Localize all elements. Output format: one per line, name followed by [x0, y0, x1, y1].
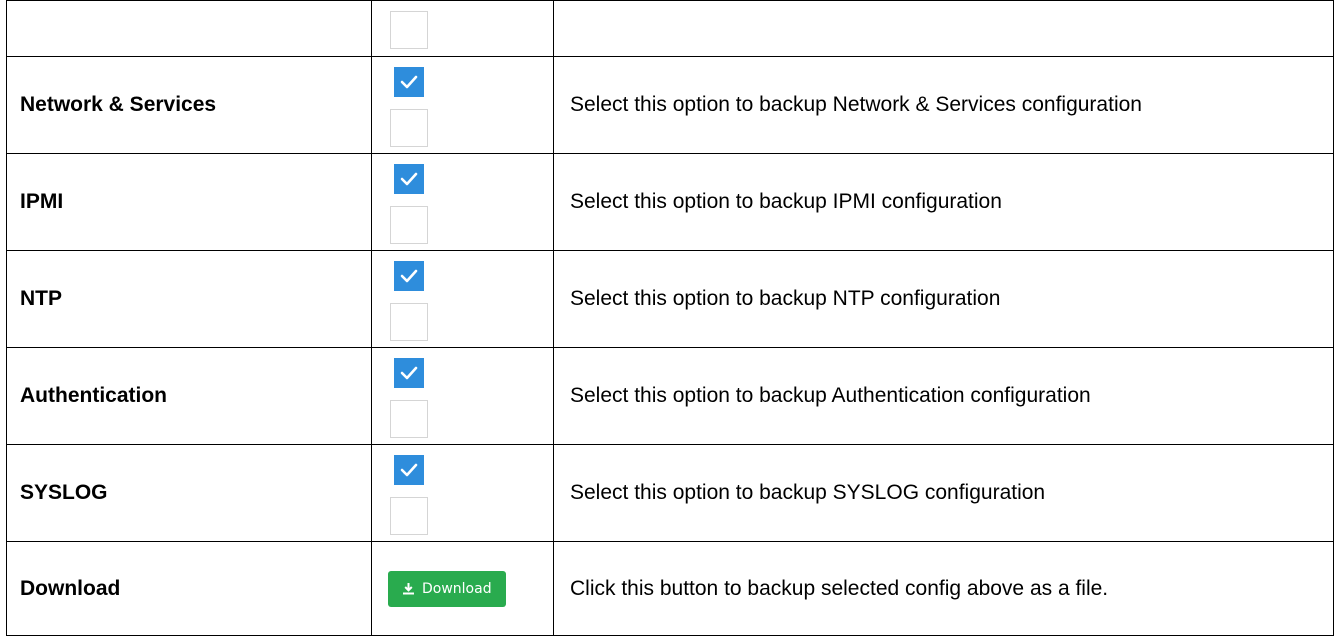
option-description: Click this button to backup selected con…	[553, 541, 1334, 636]
option-name: IPMI	[6, 153, 372, 251]
checkmark-icon	[400, 366, 418, 380]
backup-options-table: Network & Services Select this option to…	[6, 0, 1334, 636]
table-row: Authentication Select this option to bac…	[6, 347, 1334, 445]
option-checkbox-checked[interactable]	[394, 67, 424, 97]
option-name: Download	[6, 541, 372, 636]
option-checkbox-checked[interactable]	[394, 358, 424, 388]
table-row	[6, 0, 1334, 57]
option-description: Select this option to backup Network & S…	[553, 56, 1334, 154]
table-row: NTP Select this option to backup NTP con…	[6, 250, 1334, 348]
table-row: SYSLOG Select this option to backup SYSL…	[6, 444, 1334, 542]
table-row: IPMI Select this option to backup IPMI c…	[6, 153, 1334, 251]
option-checkbox[interactable]	[390, 497, 428, 535]
option-name: Network & Services	[6, 56, 372, 154]
checkmark-icon	[400, 269, 418, 283]
button-cell: Download	[371, 541, 554, 636]
checkbox-cell	[371, 56, 554, 154]
option-checkbox[interactable]	[390, 206, 428, 244]
option-description: Select this option to backup SYSLOG conf…	[553, 444, 1334, 542]
checkbox-cell	[371, 0, 554, 57]
checkbox-cell	[371, 347, 554, 445]
table-row: Network & Services Select this option to…	[6, 56, 1334, 154]
option-checkbox-checked[interactable]	[394, 164, 424, 194]
option-checkbox-checked[interactable]	[394, 261, 424, 291]
option-name: SYSLOG	[6, 444, 372, 542]
option-checkbox[interactable]	[390, 303, 428, 341]
table-row: Download Download Click this button to b…	[6, 541, 1334, 636]
checkmark-icon	[400, 463, 418, 477]
checkmark-icon	[400, 75, 418, 89]
option-description: Select this option to backup IPMI config…	[553, 153, 1334, 251]
option-checkbox[interactable]	[390, 11, 428, 49]
checkbox-cell	[371, 153, 554, 251]
option-checkbox[interactable]	[390, 400, 428, 438]
option-description: Select this option to backup NTP configu…	[553, 250, 1334, 348]
download-button[interactable]: Download	[388, 570, 506, 607]
option-description	[553, 0, 1334, 57]
option-name: Authentication	[6, 347, 372, 445]
option-name	[6, 0, 372, 57]
checkmark-icon	[400, 172, 418, 186]
option-description: Select this option to backup Authenticat…	[553, 347, 1334, 445]
download-button-label: Download	[422, 580, 492, 597]
option-checkbox-checked[interactable]	[394, 455, 424, 485]
checkbox-cell	[371, 250, 554, 348]
option-name: NTP	[6, 250, 372, 348]
download-icon	[403, 583, 414, 595]
checkbox-cell	[371, 444, 554, 542]
option-checkbox[interactable]	[390, 109, 428, 147]
